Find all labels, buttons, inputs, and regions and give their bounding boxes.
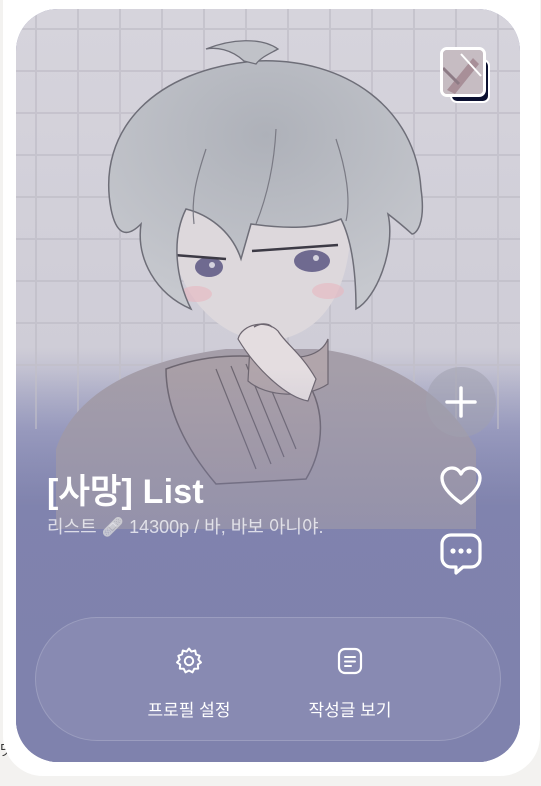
comment-button[interactable] <box>437 529 485 577</box>
view-posts-button[interactable]: 작성글 보기 <box>280 646 420 721</box>
gear-icon <box>176 647 202 674</box>
view-posts-label: 작성글 보기 <box>308 701 392 720</box>
profile-action-bar: 프로필 설정 작성글 보기 <box>35 617 501 741</box>
like-button[interactable] <box>437 462 485 510</box>
chat-bubble-icon <box>440 533 482 575</box>
mini-thumbnail-stack[interactable] <box>440 47 492 105</box>
primary-thumbnail <box>440 47 486 97</box>
add-button[interactable] <box>426 367 496 437</box>
profile-settings-label: 프로필 설정 <box>147 701 231 720</box>
profile-description: 리스트 🩹 14300p / 바, 바보 아니야. <box>47 517 324 537</box>
document-icon <box>337 647 363 675</box>
heart-icon <box>440 466 482 505</box>
profile-name: [사망] List <box>47 473 204 511</box>
profile-settings-button[interactable]: 프로필 설정 <box>119 646 259 721</box>
plus-icon <box>445 386 477 418</box>
profile-card: [사망] List 리스트 🩹 14300p / 바, 바보 아니야. 프로필 … <box>16 9 520 762</box>
